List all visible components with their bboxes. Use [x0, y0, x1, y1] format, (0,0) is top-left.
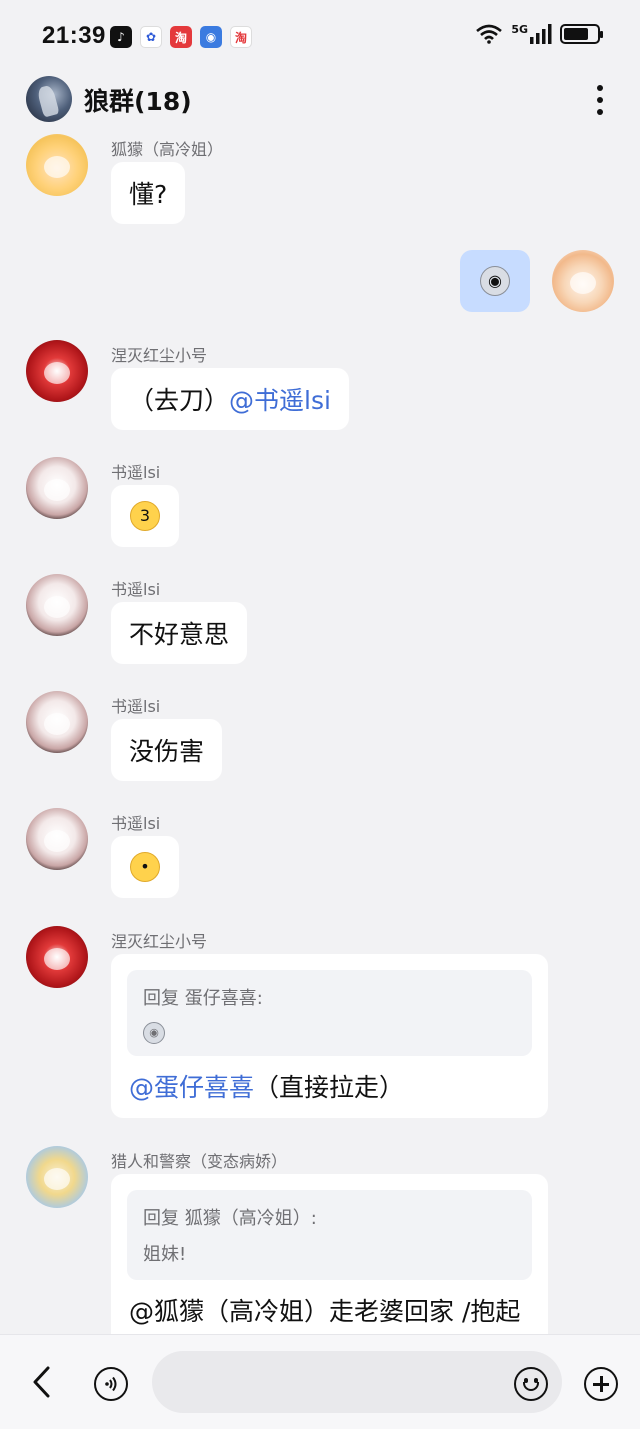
- sender-avatar[interactable]: [26, 808, 88, 870]
- sender-name: 书遥lsi: [111, 697, 161, 716]
- message-text: 不好意思: [129, 620, 230, 649]
- input-bar: [0, 1334, 640, 1429]
- sender-name: 涅灭红尘小号: [111, 932, 208, 951]
- message-bubble[interactable]: •: [111, 836, 179, 898]
- quote-label: 回复 蛋仔喜喜:: [143, 988, 263, 1009]
- baidu-icon: ✿: [140, 26, 162, 48]
- quote-text: 姐妹!: [143, 1244, 187, 1265]
- group-avatar[interactable]: [26, 76, 72, 122]
- message-bubble[interactable]: 没伤害: [111, 719, 223, 781]
- message-list[interactable]: 狐獴（高冷姐） 懂? ◉ 涅灭红尘小号 （去刀） @书遥lsi 书遥lsi 3 …: [0, 134, 640, 1334]
- quote-label: 回复 狐獴（高冷姐）:: [143, 1208, 317, 1229]
- chat-header: 狼群(18): [0, 72, 640, 134]
- sender-avatar[interactable]: [26, 1146, 88, 1208]
- battery-icon: [560, 24, 603, 44]
- kissing-emoji-icon: 3: [130, 501, 160, 531]
- message-bubble[interactable]: 回复 狐獴（高冷姐）: 姐妹! @狐獴（高冷姐）走老婆回家 /抱起: [111, 1174, 548, 1334]
- more-menu-button[interactable]: [588, 82, 612, 118]
- shocked-emoji-icon: ◉: [143, 1021, 165, 1044]
- message-text: 懂?: [129, 180, 168, 209]
- message-bubble[interactable]: 回复 蛋仔喜喜: ◉ @蛋仔喜喜（直接拉走）: [111, 954, 548, 1118]
- notification-app-icons: ♪ ✿ 淘 ◉ 淘: [110, 26, 252, 48]
- quoted-reply[interactable]: 回复 狐獴（高冷姐）: 姐妹!: [127, 1190, 532, 1280]
- voice-icon: [105, 1376, 117, 1392]
- sender-name: 狐獴（高冷姐）: [111, 140, 224, 159]
- mention-link[interactable]: @蛋仔喜喜: [129, 1073, 254, 1102]
- flushed-emoji-icon: •: [130, 852, 160, 882]
- sender-name: 书遥lsi: [111, 463, 161, 482]
- system-indicators: 5G: [475, 22, 603, 44]
- message-suffix: （直接拉走）: [254, 1073, 405, 1102]
- more-actions-button[interactable]: [584, 1367, 618, 1401]
- back-arrow-icon[interactable]: [30, 1365, 56, 1399]
- message-text: （去刀）: [129, 386, 230, 415]
- voice-input-button[interactable]: [94, 1367, 128, 1401]
- sender-avatar[interactable]: [26, 574, 88, 636]
- message-input[interactable]: [152, 1351, 562, 1413]
- finder-icon: ◉: [200, 26, 222, 48]
- sender-avatar[interactable]: [26, 926, 88, 988]
- sender-avatar[interactable]: [26, 340, 88, 402]
- message-text: @蛋仔喜喜（直接拉走）: [129, 1068, 404, 1104]
- message-bubble[interactable]: ◉: [460, 250, 530, 312]
- quoted-reply[interactable]: 回复 蛋仔喜喜: ◉: [127, 970, 532, 1056]
- sender-name: 书遥lsi: [111, 580, 161, 599]
- message-bubble[interactable]: 懂?: [111, 162, 186, 224]
- sender-name: 涅灭红尘小号: [111, 346, 208, 365]
- message-text: @狐獴（高冷姐）走老婆回家 /抱起: [129, 1297, 521, 1326]
- group-title[interactable]: 狼群(18): [84, 82, 192, 118]
- message-bubble[interactable]: 3: [111, 485, 179, 547]
- sender-name: 书遥lsi: [111, 814, 161, 833]
- wifi-icon: [476, 24, 503, 44]
- network-type: 5G: [511, 22, 528, 36]
- sender-avatar[interactable]: [26, 457, 88, 519]
- message-bubble[interactable]: 不好意思: [111, 602, 248, 664]
- clock: 21:39: [42, 22, 106, 49]
- message-text: 没伤害: [129, 737, 205, 766]
- sender-avatar[interactable]: [26, 134, 88, 196]
- signal-icon: [530, 24, 552, 44]
- sender-avatar[interactable]: [26, 691, 88, 753]
- self-avatar[interactable]: [552, 250, 614, 312]
- taobao-special-icon: 淘: [230, 26, 252, 48]
- message-bubble[interactable]: （去刀） @书遥lsi: [111, 368, 349, 430]
- sender-name: 猎人和警察（变态病娇）: [111, 1152, 288, 1171]
- mention-link[interactable]: @书遥lsi: [229, 381, 331, 417]
- status-bar: 21:39 ♪ ✿ 淘 ◉ 淘 5G: [0, 0, 640, 72]
- emoji-picker-button[interactable]: [514, 1367, 548, 1401]
- taobao-icon: 淘: [170, 26, 192, 48]
- shocked-emoji-icon: ◉: [480, 266, 510, 296]
- tiktok-icon: ♪: [110, 26, 132, 48]
